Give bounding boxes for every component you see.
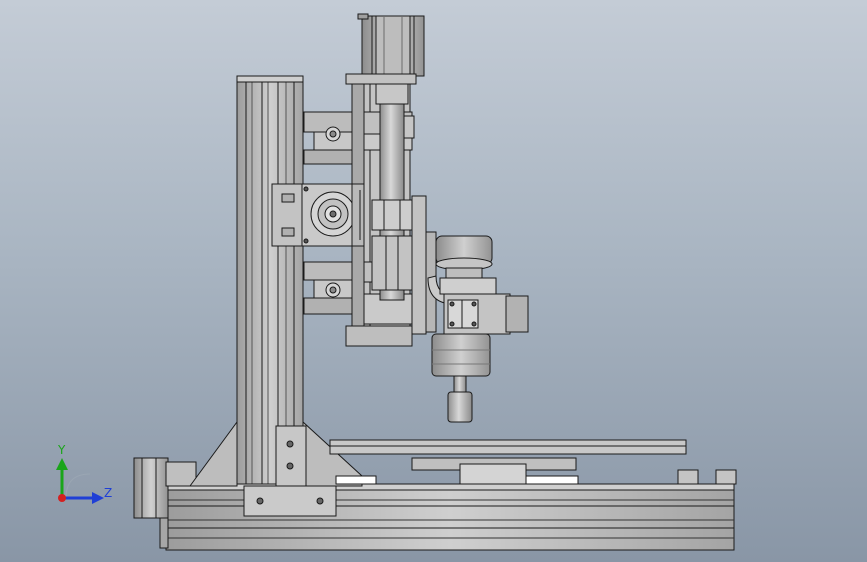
triad-z-label: Z <box>104 486 113 500</box>
y-stepper-motor[interactable] <box>271 183 365 247</box>
origin-icon <box>58 494 66 502</box>
vertical-column[interactable] <box>236 75 304 487</box>
coordinate-triad <box>56 458 104 504</box>
y-bed-rail[interactable] <box>329 439 737 485</box>
cnc-mill-assembly[interactable] <box>0 0 867 562</box>
lead-screw-nuts[interactable] <box>371 199 413 291</box>
graphics-viewport[interactable]: Y Z <box>0 0 867 562</box>
triad-y-label: Y <box>58 443 66 457</box>
z-stepper-motor[interactable] <box>345 13 425 85</box>
machine-body <box>133 13 737 551</box>
spindle-motor[interactable] <box>431 235 529 423</box>
